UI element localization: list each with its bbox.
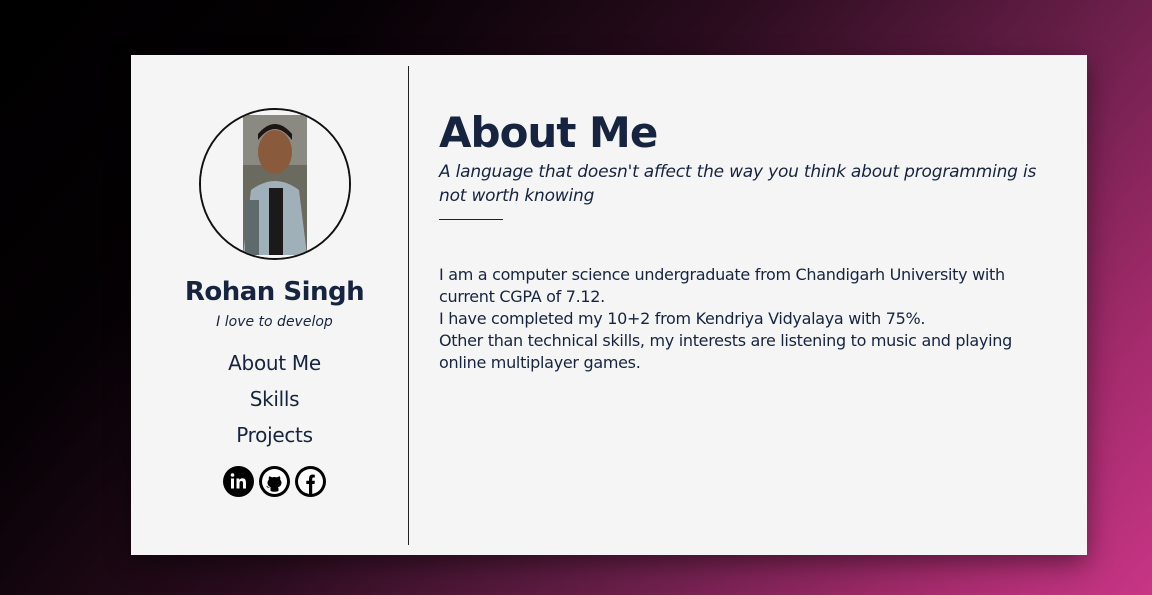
avatar-photo (201, 110, 349, 258)
about-section: About Me A language that doesn't affect … (439, 55, 1059, 555)
social-links (223, 466, 326, 497)
bio-line: I am a computer science undergraduate fr… (439, 265, 1005, 306)
linkedin-icon[interactable] (223, 466, 254, 497)
nav-item-projects[interactable]: Projects (131, 422, 418, 458)
sidebar: Rohan Singh I love to develop About Me S… (131, 55, 408, 555)
bio: I am a computer science undergraduate fr… (439, 264, 1049, 374)
bio-line: I have completed my 10+2 from Kendriya V… (439, 309, 926, 328)
profile-name: Rohan Singh (184, 277, 365, 307)
title-underline (439, 219, 503, 220)
facebook-icon[interactable] (295, 466, 326, 497)
profile-card: Rohan Singh I love to develop About Me S… (131, 55, 1087, 555)
divider (408, 66, 409, 545)
page-title: About Me (439, 108, 658, 157)
nav-menu: About Me Skills Projects (131, 350, 418, 458)
profile-tagline: I love to develop (216, 314, 333, 330)
github-icon[interactable] (259, 466, 290, 497)
quote: A language that doesn't affect the way y… (439, 162, 1037, 206)
nav-item-about-me[interactable]: About Me (131, 350, 418, 386)
avatar (199, 108, 351, 260)
nav-item-skills[interactable]: Skills (131, 386, 418, 422)
bio-line: Other than technical skills, my interest… (439, 331, 1012, 372)
